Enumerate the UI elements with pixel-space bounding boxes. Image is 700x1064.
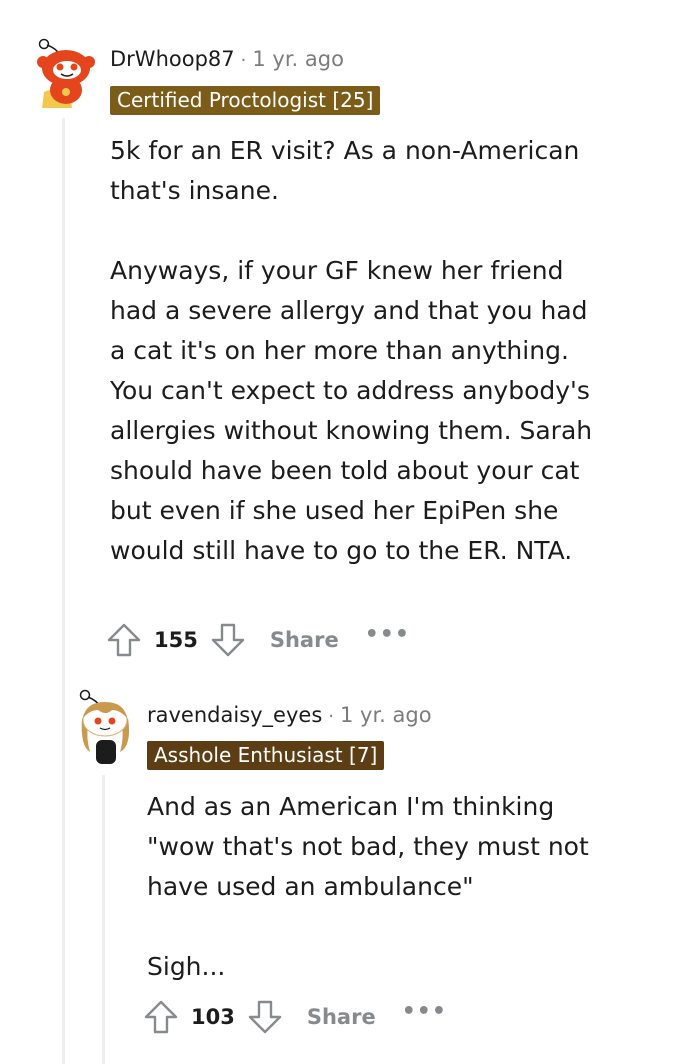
separator-dot: · [240,50,247,71]
vote-score: 103 [191,1005,235,1029]
upvote-arrow-icon[interactable] [106,622,142,658]
more-options-icon[interactable]: ••• [365,622,410,647]
comment-body: And as an American I'm thinking "wow tha… [147,787,597,987]
more-options-icon[interactable]: ••• [402,999,447,1024]
comment-paragraph: And as an American I'm thinking "wow tha… [147,792,589,901]
comment-meta: ravendaisy_eyes · 1 yr. ago [147,703,432,727]
thread-line-reply[interactable] [102,775,105,1064]
separator-dot: · [328,706,335,727]
username[interactable]: DrWhoop87 [110,47,235,71]
user-flair: Asshole Enthusiast [7] [147,741,385,770]
thread-line[interactable] [62,118,65,1064]
comment-meta: DrWhoop87 · 1 yr. ago [110,47,344,71]
downvote-arrow-icon[interactable] [247,999,283,1035]
comment-paragraph: Anyways, if your GF knew her friend had … [110,256,593,565]
username[interactable]: ravendaisy_eyes [147,703,322,727]
comment-actions: 103 Share ••• [143,999,447,1035]
share-button[interactable]: Share [270,628,339,652]
user-flair: Certified Proctologist [25] [110,86,381,115]
vote-score: 155 [154,628,198,652]
comment-paragraph: Sigh... [147,952,226,981]
share-button[interactable]: Share [307,1005,376,1029]
comment-actions: 155 Share ••• [106,622,410,658]
timestamp[interactable]: 1 yr. ago [340,703,432,727]
comment-body: 5k for an ER visit? As a non-American th… [110,131,600,571]
downvote-arrow-icon[interactable] [210,622,246,658]
timestamp[interactable]: 1 yr. ago [252,47,344,71]
snoo-avatar-blonde-icon[interactable] [76,688,134,764]
upvote-arrow-icon[interactable] [143,999,179,1035]
snoo-avatar-red-icon[interactable] [34,36,98,108]
comment-paragraph: 5k for an ER visit? As a non-American th… [110,136,580,205]
